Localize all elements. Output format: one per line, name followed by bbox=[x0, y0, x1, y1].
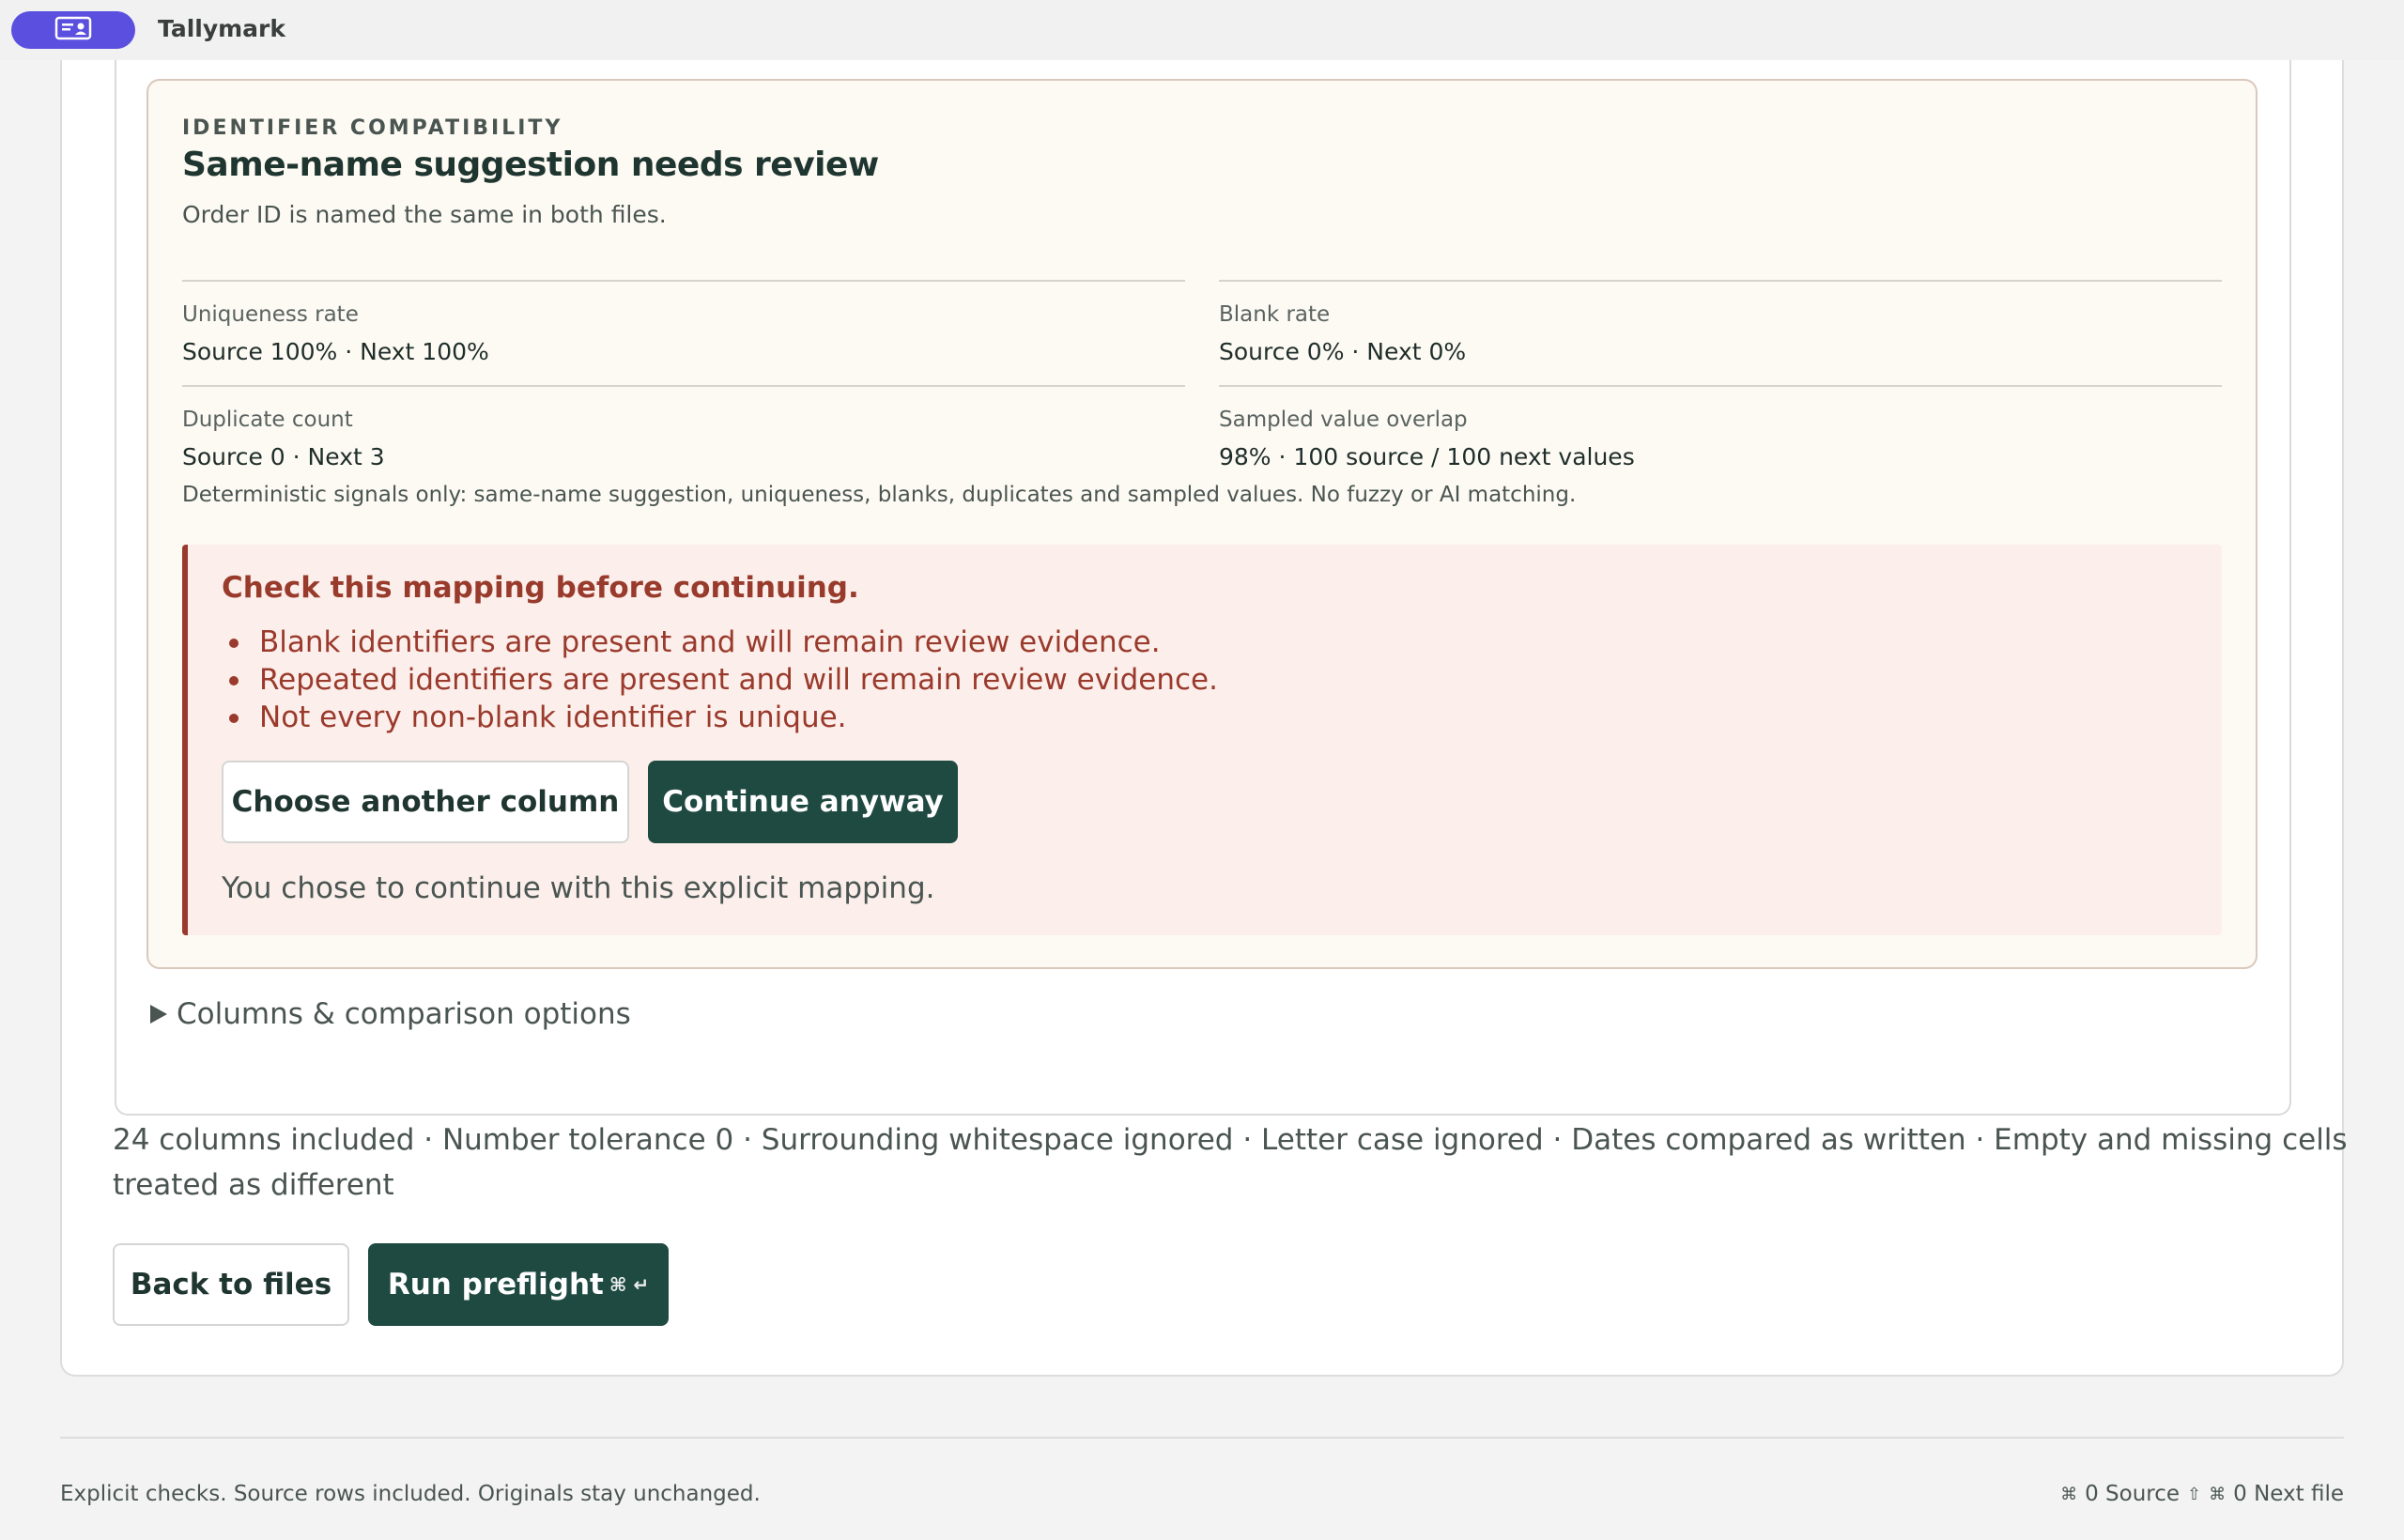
deterministic-signals-note: Deterministic signals only: same-name su… bbox=[182, 483, 1577, 507]
back-to-files-button[interactable]: Back to files bbox=[113, 1243, 349, 1326]
card-title: Same-name suggestion needs review bbox=[182, 146, 879, 184]
warning-list: Blank identifiers are present and will r… bbox=[222, 624, 2222, 736]
metric-duplicate-count: Duplicate count Source 0 · Next 3 bbox=[182, 385, 1185, 490]
source-shortcut-label: 0 Source bbox=[2085, 1482, 2181, 1506]
columns-options-toggle[interactable]: Columns & comparison options bbox=[150, 997, 631, 1031]
metric-value: Source 0 · Next 3 bbox=[182, 443, 385, 470]
mapping-panel: IDENTIFIER COMPATIBILITY Same-name sugge… bbox=[60, 60, 2348, 1377]
metric-label: Blank rate bbox=[1219, 302, 1331, 327]
disclosure-triangle-icon bbox=[150, 1005, 167, 1024]
comparison-summary: 24 columns included · Number tolerance 0… bbox=[113, 1123, 2348, 1202]
keyboard-shortcut-hint: ⌘ ↵ bbox=[609, 1273, 650, 1296]
warning-actions: Choose another column Continue anyway bbox=[222, 761, 958, 843]
warning-item: Repeated identifiers are present and wil… bbox=[222, 661, 2222, 699]
warning-title: Check this mapping before continuing. bbox=[222, 571, 859, 605]
footer-shortcuts: ⌘ 0 Source ⇧ ⌘ 0 Next file bbox=[2060, 1482, 2344, 1506]
next-file-shortcut-label: 0 Next file bbox=[2233, 1482, 2344, 1506]
warning-item: Not every non-blank identifier is unique… bbox=[222, 699, 2222, 736]
card-description: Order ID is named the same in both files… bbox=[182, 201, 667, 228]
metric-label: Uniqueness rate bbox=[182, 302, 359, 327]
metric-value: Source 100% · Next 100% bbox=[182, 338, 489, 365]
shift-arrow-icon: ⇧ bbox=[2187, 1484, 2202, 1504]
bottom-actions: Back to files Run preflight ⌘ ↵ bbox=[113, 1243, 669, 1326]
metric-label: Sampled value overlap bbox=[1219, 408, 1468, 432]
app-switcher-button[interactable] bbox=[11, 11, 135, 49]
person-card-icon bbox=[54, 16, 92, 44]
mapping-section: IDENTIFIER COMPATIBILITY Same-name sugge… bbox=[115, 60, 2291, 1116]
command-key-icon: ⌘ bbox=[2060, 1484, 2078, 1504]
card-eyebrow: IDENTIFIER COMPATIBILITY bbox=[182, 116, 563, 140]
command-key-icon: ⌘ bbox=[2209, 1484, 2227, 1504]
run-preflight-label: Run preflight bbox=[387, 1268, 604, 1301]
footer-status: Explicit checks. Source rows included. O… bbox=[60, 1482, 761, 1506]
metric-blank-rate: Blank rate Source 0% · Next 0% bbox=[1219, 280, 2222, 385]
mapping-warning: Check this mapping before continuing. Bl… bbox=[182, 545, 2222, 935]
choose-another-column-button[interactable]: Choose another column bbox=[222, 761, 629, 843]
columns-options-label: Columns & comparison options bbox=[177, 997, 631, 1031]
warning-item: Blank identifiers are present and will r… bbox=[222, 624, 2222, 661]
continue-anyway-button[interactable]: Continue anyway bbox=[648, 761, 958, 843]
metric-value: Source 0% · Next 0% bbox=[1219, 338, 1467, 365]
continue-confirmation-note: You chose to continue with this explicit… bbox=[222, 871, 935, 905]
title-bar: Tallymark bbox=[0, 0, 2404, 60]
run-preflight-button[interactable]: Run preflight ⌘ ↵ bbox=[368, 1243, 669, 1326]
metric-uniqueness-rate: Uniqueness rate Source 100% · Next 100% bbox=[182, 280, 1185, 385]
metric-sampled-value-overlap: Sampled value overlap 98% · 100 source /… bbox=[1219, 385, 2222, 490]
identifier-compatibility-card: IDENTIFIER COMPATIBILITY Same-name sugge… bbox=[146, 79, 2258, 969]
app-title: Tallymark bbox=[158, 15, 286, 42]
footer-divider bbox=[60, 1437, 2344, 1439]
page-area: IDENTIFIER COMPATIBILITY Same-name sugge… bbox=[0, 60, 2404, 1540]
back-to-files-label: Back to files bbox=[130, 1268, 332, 1301]
metric-label: Duplicate count bbox=[182, 408, 353, 432]
metric-value: 98% · 100 source / 100 next values bbox=[1219, 443, 1635, 470]
